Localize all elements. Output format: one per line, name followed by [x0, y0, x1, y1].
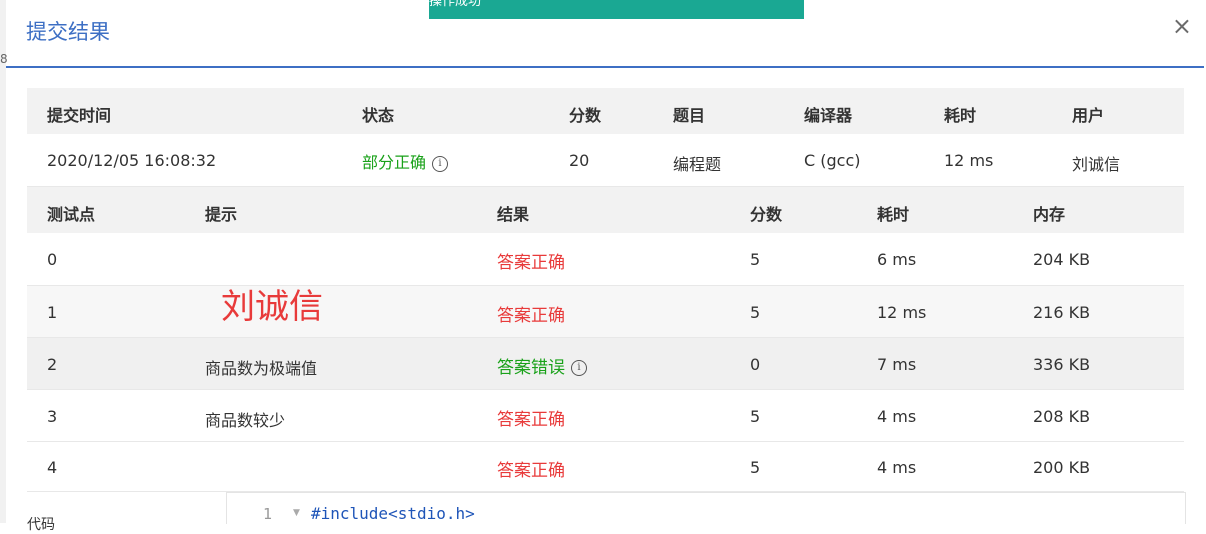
test-row: 3 商品数较少 答案正确 5 4 ms 208 KB: [27, 390, 1184, 442]
tests-header-time: 耗时: [877, 205, 910, 224]
submit-user: 刘诚信: [1072, 155, 1121, 174]
test-score: 5: [750, 250, 761, 269]
test-time: 4 ms: [877, 407, 917, 426]
test-row: 1 答案正确 5 12 ms 216 KB: [27, 286, 1184, 338]
test-result: 答案正确: [497, 253, 565, 273]
summary-header-row: 提交时间 状态 分数 题目 编译器 耗时 用户: [27, 88, 1184, 134]
test-memory: 216 KB: [1033, 303, 1091, 322]
test-id: 2: [47, 355, 58, 374]
test-memory: 200 KB: [1033, 458, 1091, 477]
summary-row: 2020/12/05 16:08:32 部分正确 i 20 编程题 C (gcc)…: [27, 134, 1184, 187]
left-edge-strip: 8: [0, 0, 8, 523]
code-line: #include<stdio.h>: [311, 504, 475, 523]
test-time: 6 ms: [877, 250, 917, 269]
test-memory: 204 KB: [1033, 250, 1091, 269]
test-score: 5: [750, 458, 761, 477]
submit-problem: 编程题: [673, 155, 722, 174]
test-result: 答案正确: [497, 461, 565, 481]
test-score: 5: [750, 303, 761, 322]
tests-header-row: 测试点 提示 结果 分数 耗时 内存: [27, 187, 1184, 233]
test-row: 4 答案正确 5 4 ms 200 KB: [27, 442, 1184, 492]
summary-header-score: 分数: [569, 106, 602, 125]
close-icon[interactable]: ×: [1172, 14, 1192, 38]
summary-header-time: 提交时间: [47, 106, 112, 125]
dialog-title: 提交结果: [26, 20, 110, 44]
info-icon[interactable]: i: [432, 155, 449, 172]
watermark-text: 刘诚信: [221, 287, 323, 327]
tests-header-score: 分数: [750, 205, 783, 224]
test-row: 0 答案正确 5 6 ms 204 KB: [27, 233, 1184, 286]
summary-header-compiler: 编译器: [804, 106, 853, 125]
test-row: 2 商品数为极端值 答案错误 i 0 7 ms 336 KB: [27, 338, 1184, 390]
test-result: 答案正确: [497, 306, 565, 326]
submit-status: 部分正确 i: [362, 149, 449, 173]
test-id: 1: [47, 303, 58, 322]
tests-header-id: 测试点: [47, 205, 96, 224]
test-result: 答案错误 i: [497, 353, 587, 378]
summary-header-duration: 耗时: [944, 106, 977, 125]
submit-status-label: 部分正确: [362, 153, 427, 172]
test-result: 答案正确: [497, 410, 565, 430]
info-icon[interactable]: i: [571, 360, 587, 376]
test-id: 0: [47, 250, 58, 269]
submit-compiler: C (gcc): [804, 151, 861, 170]
test-id: 4: [47, 458, 58, 477]
tests-header-memory: 内存: [1033, 205, 1066, 224]
submit-duration: 12 ms: [944, 151, 994, 170]
code-section: 代码 1 ▼ #include<stdio.h>: [27, 492, 1186, 533]
tests-header-hint: 提示: [205, 205, 238, 224]
test-time: 4 ms: [877, 458, 917, 477]
fold-arrow-icon[interactable]: ▼: [293, 508, 300, 518]
test-id: 3: [47, 407, 58, 426]
line-number: 1: [263, 505, 273, 523]
code-editor[interactable]: 1 ▼ #include<stdio.h>: [226, 492, 1186, 524]
code-label: 代码: [27, 517, 55, 533]
test-score: 5: [750, 407, 761, 426]
test-hint: 商品数较少: [205, 411, 286, 430]
submit-score: 20: [569, 151, 590, 170]
toast-text: 操作成功: [429, 0, 482, 9]
summary-header-status: 状态: [362, 106, 395, 125]
test-memory: 336 KB: [1033, 355, 1091, 374]
test-memory: 208 KB: [1033, 407, 1091, 426]
test-hint: 商品数为极端值: [205, 359, 318, 378]
test-score: 0: [750, 355, 761, 374]
test-time: 12 ms: [877, 303, 927, 322]
test-result-label: 答案错误: [497, 358, 565, 378]
toast-notification: 操作成功: [429, 0, 804, 19]
summary-header-user: 用户: [1072, 106, 1105, 125]
tests-header-result: 结果: [497, 205, 530, 224]
test-time: 7 ms: [877, 355, 917, 374]
summary-header-problem: 题目: [673, 106, 706, 125]
submit-time: 2020/12/05 16:08:32: [47, 151, 217, 170]
